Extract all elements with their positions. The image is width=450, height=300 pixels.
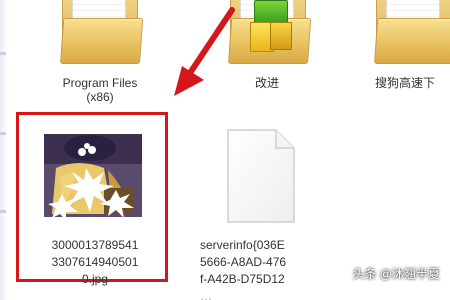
folder-icon bbox=[60, 0, 144, 64]
server-file-label-line1: serverinfo{036E bbox=[200, 238, 285, 252]
server-file-label-line2: 5666-A8AD-476 bbox=[200, 255, 287, 269]
folder-label: Program Files (x86) bbox=[40, 76, 160, 104]
edge-mark-3 bbox=[0, 210, 6, 213]
anime-image-thumbnail bbox=[38, 128, 148, 223]
folder-label-text: 搜狗高速下 bbox=[374, 76, 435, 90]
edge-mark-1 bbox=[0, 52, 6, 55]
image-thumbnail-icon[interactable] bbox=[38, 128, 148, 223]
red-arrow-icon bbox=[174, 7, 235, 96]
package-cube-icon bbox=[248, 0, 292, 52]
folder-label: 搜狗高速下 bbox=[360, 76, 450, 90]
folder-label-line1: Program Files bbox=[62, 76, 138, 90]
selected-image-label-line2: 3307614940501 bbox=[51, 255, 139, 269]
server-file-label: serverinfo{036E 5666-A8AD-476 f-A42B-D75… bbox=[200, 237, 320, 300]
watermark-text: 头条 @沐翘半夏 bbox=[352, 267, 440, 281]
selected-image-label: 3000013789541 3307614940501 0.jpg bbox=[30, 237, 160, 288]
left-edge-strip bbox=[0, 0, 8, 300]
server-file-label-line3: f-A42B-D75D12 bbox=[200, 272, 285, 286]
edge-mark-2 bbox=[0, 132, 6, 135]
selected-image-label-line3: 0.jpg bbox=[81, 272, 109, 286]
selected-image-label-line1: 3000013789541 bbox=[51, 238, 139, 252]
folder-label-line2: (x86) bbox=[86, 90, 114, 104]
file-icon[interactable] bbox=[222, 128, 298, 224]
folder-icon bbox=[374, 0, 450, 64]
server-file-label-line4: … bbox=[200, 289, 212, 300]
file-explorer-view: Program Files (x86) 改进 搜狗高速下 30000137895… bbox=[0, 0, 450, 300]
